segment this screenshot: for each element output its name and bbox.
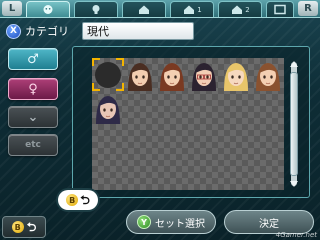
set-select-button[interactable]: Y セット選択 — [126, 210, 216, 234]
home-icon — [184, 5, 195, 14]
portrait-face-icon — [128, 63, 152, 91]
scroll-up-arrow-icon[interactable] — [290, 61, 298, 67]
filter-etc-button[interactable]: etc — [8, 134, 58, 156]
selection-cursor-corner — [116, 83, 124, 91]
l-shoulder-button[interactable]: L — [2, 1, 22, 16]
selection-cursor-corner — [92, 83, 100, 91]
watermark: 4Gamer.net — [275, 231, 317, 239]
back-arrow-icon: ⮌ — [26, 220, 37, 234]
character-portrait[interactable] — [188, 58, 220, 91]
tab-face[interactable] — [26, 1, 70, 17]
empty-portrait-slot[interactable] — [92, 58, 124, 91]
category-value-field[interactable]: 現代 — [82, 22, 194, 40]
tab-home[interactable] — [122, 1, 166, 17]
category-label-group[interactable]: X カテゴリ — [6, 22, 78, 40]
portrait-grid — [92, 58, 284, 190]
window-icon — [274, 4, 286, 15]
bulb-icon — [92, 5, 100, 14]
selection-cursor-corner — [92, 58, 100, 66]
character-portrait[interactable] — [124, 58, 156, 91]
back-arrow-icon: ⮌ — [80, 193, 90, 207]
top-tab-bar: L 1 2 R — [0, 0, 320, 18]
character-portrait[interactable] — [156, 58, 188, 91]
tab-number: 1 — [197, 5, 202, 14]
scrollbar-thumb[interactable] — [290, 72, 298, 176]
set-select-label: セット選択 — [155, 218, 205, 230]
character-portrait[interactable] — [92, 91, 124, 124]
filter-female-button[interactable]: ♀ — [8, 78, 58, 100]
tab-home-2[interactable]: 2 — [218, 1, 262, 17]
portrait-face-icon — [192, 63, 216, 91]
tab-idea[interactable] — [74, 1, 118, 17]
confirm-label: 決定 — [259, 218, 279, 230]
portrait-face-icon — [224, 63, 248, 91]
face-icon — [43, 5, 53, 14]
portrait-face-icon — [160, 63, 184, 91]
y-button-icon: Y — [137, 215, 151, 229]
portrait-face-icon — [96, 96, 120, 124]
b-button-icon: B — [11, 221, 24, 233]
scroll-down-arrow-icon[interactable] — [290, 181, 298, 187]
b-button-icon: B — [66, 194, 79, 206]
r-shoulder-button[interactable]: R — [298, 1, 318, 16]
character-portrait[interactable] — [220, 58, 252, 91]
portrait-face-icon — [256, 63, 280, 91]
category-label: カテゴリ — [25, 25, 69, 38]
filter-other-button[interactable]: ⌄ — [8, 106, 58, 128]
tab-home-1[interactable]: 1 — [170, 1, 214, 17]
tab-window[interactable] — [266, 1, 294, 17]
home-icon — [232, 5, 243, 14]
selection-cursor-corner — [116, 58, 124, 66]
back-button[interactable]: B ⮌ — [2, 216, 46, 238]
home-icon — [139, 5, 149, 14]
character-portrait[interactable] — [252, 58, 284, 91]
x-button-icon: X — [6, 23, 21, 39]
filter-male-button[interactable]: ♂ — [8, 48, 58, 70]
tab-number: 2 — [245, 5, 250, 14]
